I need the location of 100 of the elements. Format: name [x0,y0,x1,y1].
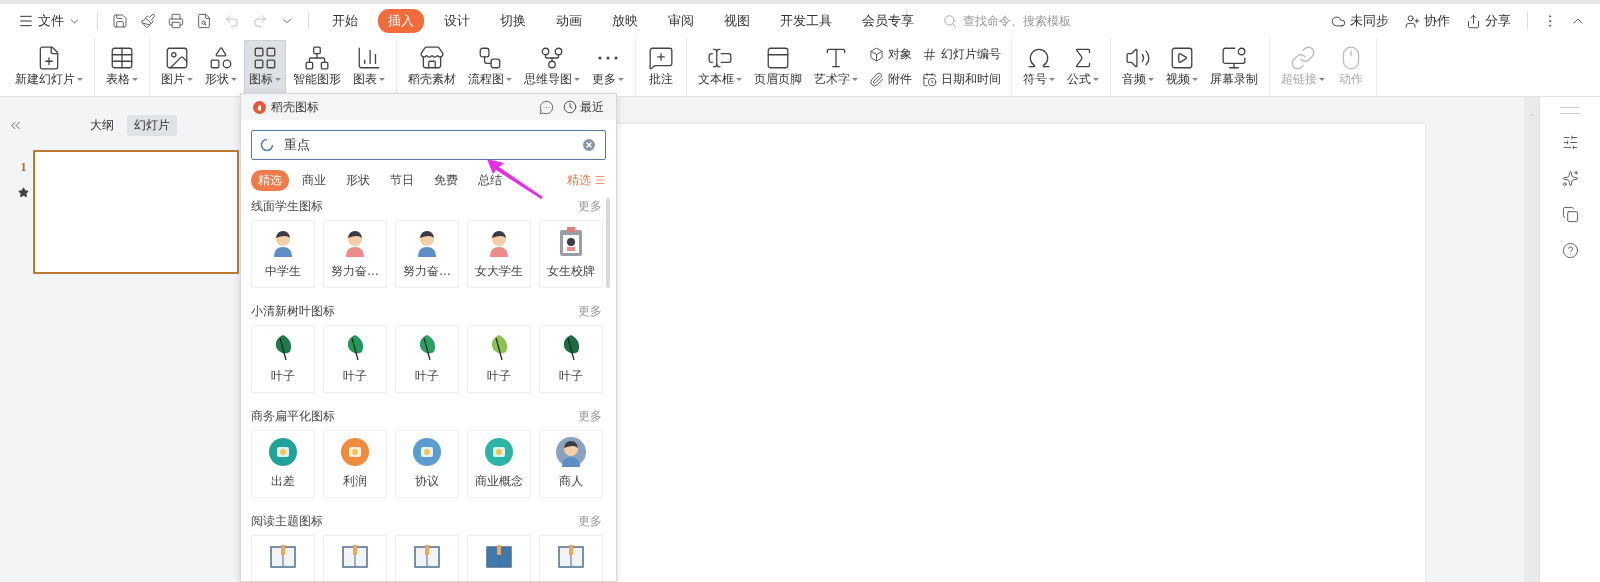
ribbon-button[interactable]: 音频 [1117,40,1159,94]
copy-icon [1561,206,1579,223]
menu-tab[interactable]: 开发工具 [770,9,842,33]
ribbon-button[interactable]: 批注 [642,40,680,94]
more-icon [597,56,619,60]
search-input[interactable]: 重点 [282,136,573,154]
ribbon-button[interactable]: 页眉页脚 [749,40,807,94]
menu-tab[interactable]: 放映 [602,9,648,33]
menu-icon [18,13,34,29]
ribbon-button[interactable]: 图标 [244,40,286,94]
menu-tab[interactable]: 切换 [490,9,536,33]
ribbon-button[interactable]: 艺术字 [809,40,863,94]
command-search-field[interactable]: 查找命令、搜索模板 [961,13,1095,29]
icon-card[interactable]: 协议 [395,430,459,498]
icon-card[interactable]: 叶子 [539,325,603,393]
emblem-icon [484,437,514,467]
list-icon [594,174,606,186]
icon-card[interactable]: 努力奋... [395,220,459,288]
page-icon [765,45,791,71]
icon-card[interactable]: 努力奋... [323,220,387,288]
mind-map-icon [539,45,565,71]
ribbon-button[interactable]: 图片 [156,40,198,94]
emblem-icon [268,437,298,467]
star-icon [18,187,29,198]
filter-chip[interactable]: 商业 [295,169,333,191]
slide-thumbnail[interactable] [33,150,239,274]
slide-number: 1 [20,160,27,175]
icon-card[interactable]: 中学生 [251,220,315,288]
cloud-icon [1331,13,1346,29]
icon-card[interactable]: 商业概念 [467,430,531,498]
calendar-icon [922,72,937,87]
icon-card[interactable]: 出差 [251,430,315,498]
cube-icon [869,47,884,62]
flame-logo-icon [253,100,266,114]
icon-card[interactable]: 叶子 [395,325,459,393]
hash-icon [922,47,937,62]
store-icon [419,45,445,71]
filter-chip[interactable]: 形状 [339,169,377,191]
menu-tab[interactable]: 视图 [714,9,760,33]
table-icon [109,45,135,71]
ribbon-button[interactable]: 文本框 [693,40,747,94]
panel-tab[interactable]: 幻灯片 [127,115,177,136]
section-title: 商务扁平化图标 [251,407,335,425]
ribbon-button[interactable]: 智能图形 [288,40,346,94]
icon-card[interactable]: 商人 [539,430,603,498]
clear-icon[interactable] [581,137,597,153]
shapes-icon [208,45,234,71]
undo-icon [224,13,240,29]
filter-chip[interactable]: 总结 [471,169,509,191]
section-title: 小清新树叶图标 [251,302,335,320]
bar-chart-icon [356,45,382,71]
icon-card[interactable]: 女生校牌 [539,220,603,288]
account-action[interactable]: 协作 [1399,9,1456,33]
file-menu[interactable]: 文件 [12,9,87,33]
link-icon [1290,45,1316,71]
menu-tab[interactable]: 开始 [322,9,368,33]
menu-tab[interactable]: 动画 [546,9,592,33]
ribbon-button[interactable]: 视频 [1161,40,1203,94]
paperclip-icon [869,72,884,87]
sliders-icon [1561,134,1579,151]
emblem-icon [412,437,442,467]
ribbon-button[interactable]: 符号 [1018,40,1060,94]
video-icon [1169,45,1195,71]
scrollbar-thumb[interactable] [606,198,610,288]
filter-chip[interactable]: 免费 [427,169,465,191]
filter-chip[interactable]: 节日 [383,169,421,191]
grid-icon [252,45,278,71]
panel-title: 稻壳图标 [271,98,319,116]
section-title: 线面学生图标 [251,197,323,215]
flowchart-icon [477,45,503,71]
account-action[interactable]: 未同步 [1325,9,1395,33]
ribbon-button[interactable]: 日期和时间 [918,69,1005,90]
menu-tab[interactable]: 审阅 [658,9,704,33]
network-icon [304,45,330,71]
ribbon-button[interactable]: 新建幻灯片 [10,40,88,94]
ribbon-button[interactable]: 对象 [865,44,916,65]
ribbon-button[interactable]: 公式 [1062,40,1104,94]
ribbon-button[interactable]: 表格 [101,40,143,94]
recent-button[interactable]: 最近 [563,98,604,116]
icon-card[interactable]: 叶子 [467,325,531,393]
ribbon-button[interactable]: 形状 [200,40,242,94]
save-icon [112,13,128,29]
search-icon [943,14,957,28]
ribbon-button[interactable]: 稻壳素材 [403,40,461,94]
panel-tab[interactable]: 大纲 [83,115,121,136]
menu-tab[interactable]: 设计 [434,9,480,33]
icon-search-field[interactable]: 重点 [251,130,606,160]
icon-card[interactable]: 女大学生 [467,220,531,288]
ribbon-button[interactable]: 屏幕录制 [1205,40,1263,94]
icon-card[interactable]: 叶子 [251,325,315,393]
ribbon-button[interactable]: 附件 [865,69,916,90]
ribbon-button[interactable]: 幻灯片编号 [918,44,1005,65]
account-action[interactable]: 分享 [1460,9,1517,33]
paintbrush-icon [140,13,156,29]
user-plus-icon [1405,13,1420,29]
icon-card[interactable]: 利润 [323,430,387,498]
menu-tab[interactable]: 会员专享 [852,9,924,33]
person-icon [556,437,586,467]
scrollbar[interactable] [1524,97,1539,582]
icon-card[interactable]: 叶子 [323,325,387,393]
